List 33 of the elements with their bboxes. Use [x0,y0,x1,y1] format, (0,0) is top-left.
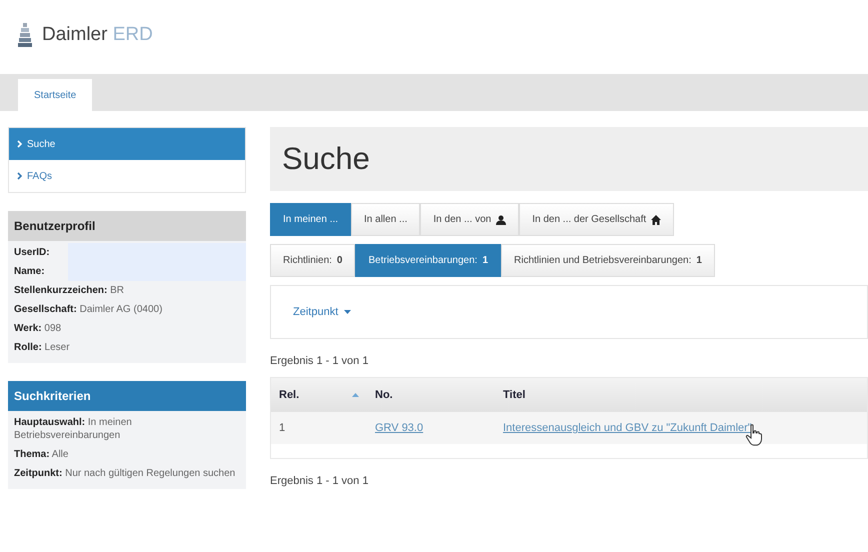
result-count: Ergebnis 1 - 1 von 1 [270,475,370,487]
home-icon [651,214,662,224]
profile-field: Werk: 098 [8,319,246,338]
scope-button[interactable]: In meinen ... [270,203,352,236]
result-count: Ergebnis 1 - 1 von 1 [270,355,370,367]
scope-button[interactable]: In den ... von [420,203,520,236]
criteria-text: Hauptauswahl: In meinen Betriebsvereinbarungen [13,416,133,443]
home-tab[interactable]: Startseite [18,79,92,111]
profile-field: Gesellschaft: Daimler AG (0400) [8,300,246,319]
scope-button[interactable]: In den ... der Gesellschaft [519,203,674,236]
scope-button[interactable]: In allen ... [351,203,420,236]
profile-field: Rolle: Leser [8,338,246,357]
column-header[interactable]: Titel [495,378,867,412]
panel-header: Suchkriterien [8,381,246,411]
caret-icon [344,310,352,314]
profile-field: Stellenkurzzeichen: BR [8,281,246,300]
sidebar-item[interactable]: Suche [9,128,245,160]
table-cell-text: 1 [278,421,286,436]
chevron-icon [17,172,23,180]
type-button[interactable]: Betriebsvereinbarungen: 1 [355,244,502,277]
column-header[interactable]: Rel. [271,378,367,412]
logo-icon [18,23,32,47]
app-title: Daimler ERD [42,24,153,46]
user-icon [496,214,506,224]
type-button[interactable]: Richtlinien und Betriebsvereinbarungen: 1 [501,244,715,277]
panel-header: Benutzerprofil [8,211,246,241]
column-header[interactable]: No. [367,378,495,412]
criteria-text: Zeitpunkt: Nur nach gültigen Regelungen suchen [13,467,236,481]
chevron-icon [17,140,23,148]
page-heading: Suche [282,141,371,177]
criteria-text: Thema: Alle [13,448,70,462]
type-button[interactable]: Richtlinien: 0 [270,244,356,277]
time-dropdown[interactable]: Zeitpunkt [293,306,352,318]
